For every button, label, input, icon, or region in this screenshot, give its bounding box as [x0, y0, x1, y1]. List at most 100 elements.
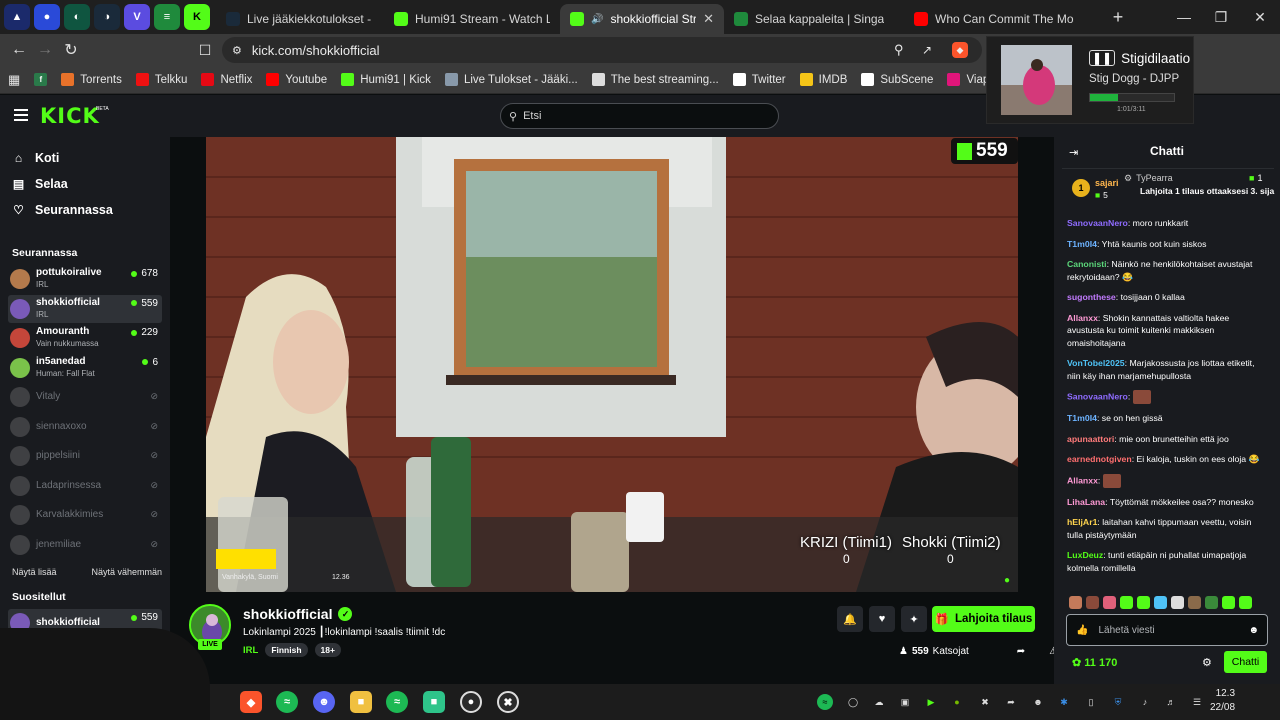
- speaker-icon[interactable]: 🔊: [591, 14, 603, 25]
- sparkle-icon[interactable]: ✦: [901, 606, 927, 632]
- category-link[interactable]: IRL: [243, 645, 258, 656]
- tray-device-icon[interactable]: ▯: [1083, 694, 1099, 710]
- emote-icon[interactable]: [1120, 596, 1133, 609]
- emote-icon[interactable]: [1222, 596, 1235, 609]
- bookmark-item[interactable]: The best streaming...: [591, 73, 719, 86]
- wifi-icon[interactable]: ☰: [1189, 694, 1205, 710]
- tag-age[interactable]: 18+: [314, 643, 341, 657]
- apps-grid-icon[interactable]: ▦: [8, 72, 20, 88]
- tag-language[interactable]: Finnish: [265, 643, 308, 657]
- sidebar-channel[interactable]: Amouranth Vain nukkumassa 229: [8, 324, 162, 352]
- browser-tab[interactable]: 🔊 shokkiofficial Stream - W ✕: [560, 4, 724, 34]
- new-tab-button[interactable]: +: [1103, 0, 1133, 34]
- mlb-icon[interactable]: ▲: [4, 4, 30, 30]
- chat-username[interactable]: Allanxx: [1067, 313, 1098, 323]
- folder-icon[interactable]: ■: [350, 691, 372, 713]
- search-input[interactable]: ⚲ Etsi: [500, 103, 779, 129]
- tray-play-icon[interactable]: ▶: [923, 694, 939, 710]
- chat-input[interactable]: 👍 Lähetä viesti ☻: [1066, 614, 1268, 646]
- close-window-icon[interactable]: ✕: [1242, 0, 1278, 34]
- gift-sub-button[interactable]: 🎁 Lahjoita tilaus: [932, 606, 1035, 632]
- emoji-icon[interactable]: ☻: [1248, 625, 1259, 636]
- gifter-name[interactable]: TyPearra: [1136, 173, 1173, 184]
- notification-bell-icon[interactable]: 🔔: [837, 606, 863, 632]
- emote-icon[interactable]: [1069, 596, 1082, 609]
- sidebar-nav-koti[interactable]: ⌂ Koti: [12, 151, 59, 165]
- bookmark-item[interactable]: Netflix: [201, 73, 252, 86]
- site-info-icon[interactable]: ⚙: [232, 44, 242, 57]
- show-less-button[interactable]: Näytä vähemmän: [91, 567, 162, 577]
- emote-icon[interactable]: [1086, 596, 1099, 609]
- channel-name[interactable]: shokkiofficial: [243, 606, 332, 622]
- zoom-icon[interactable]: ⚲: [894, 42, 904, 58]
- channel-points[interactable]: ✿ 11 170: [1072, 656, 1117, 669]
- sidebar-channel[interactable]: jenemiliae ⊘: [8, 531, 162, 559]
- maximize-icon[interactable]: ❐: [1203, 0, 1239, 34]
- chat-username[interactable]: VonTobel2025: [1067, 358, 1125, 368]
- emote-icon[interactable]: [1188, 596, 1201, 609]
- chat-username[interactable]: earnednotgiven: [1067, 454, 1132, 464]
- tray-circle-icon[interactable]: ◯: [845, 694, 861, 710]
- sidebar-channel[interactable]: pottukoiralive IRL 678: [8, 265, 162, 293]
- chat-username[interactable]: SanovaanNero: [1067, 391, 1128, 401]
- brave-icon[interactable]: ◆: [240, 691, 262, 713]
- steam-icon[interactable]: ✖: [497, 691, 519, 713]
- chat-username[interactable]: LuxDeuz: [1067, 550, 1103, 560]
- volume-icon[interactable]: ♬: [1163, 694, 1179, 710]
- top-gifter-name[interactable]: sajari: [1095, 178, 1119, 188]
- bookmark-icon[interactable]: ☐: [192, 42, 218, 59]
- bluetooth-icon[interactable]: ✱: [1056, 694, 1072, 710]
- gift-cta[interactable]: Lahjoita 1 tilaus ottaaksesi 3. sija: [1140, 186, 1280, 196]
- close-tab-icon[interactable]: ✕: [703, 11, 714, 27]
- browser-tab[interactable]: Who Can Commit The Most Cri: [904, 4, 1084, 34]
- emote-picker-icon[interactable]: 👍: [1076, 625, 1088, 636]
- bookmark-item[interactable]: Telkku: [135, 73, 187, 86]
- bookmark-item[interactable]: Youtube: [266, 73, 327, 86]
- tray-spotify-icon[interactable]: ≈: [817, 694, 833, 710]
- circle-icon[interactable]: ◑: [94, 4, 120, 30]
- reload-icon[interactable]: ↻: [58, 40, 84, 60]
- pause-icon[interactable]: ❚❚: [1089, 50, 1116, 66]
- sidebar-channel[interactable]: siennaxoxo ⊘: [8, 413, 162, 441]
- sidebar-nav-selaa[interactable]: ▤ Selaa: [12, 177, 68, 191]
- tray-nvidia-icon[interactable]: ●: [949, 694, 965, 710]
- spotify-icon[interactable]: ≈: [276, 691, 298, 713]
- share-icon[interactable]: ➦: [1017, 646, 1025, 657]
- menu-icon[interactable]: [14, 109, 28, 121]
- brave-shield-icon[interactable]: ◆: [952, 42, 968, 58]
- bookmark-item[interactable]: Humi91 | Kick: [341, 73, 431, 86]
- sidebar-channel[interactable]: Ladaprinsessa ⊘: [8, 472, 162, 500]
- video-player[interactable]: KRIZI (Tiimi1) Shokki (Tiimi2) 0 0 ●: [206, 137, 1018, 592]
- bookmark-item[interactable]: Twitter: [732, 73, 786, 86]
- emote-icon[interactable]: [1171, 596, 1184, 609]
- media-progress[interactable]: [1089, 93, 1175, 102]
- microphone-icon[interactable]: ♪: [1137, 694, 1153, 710]
- back-icon[interactable]: ←: [6, 41, 32, 59]
- sidebar-channel[interactable]: Karvalakkimies ⊘: [8, 501, 162, 529]
- browser-tab[interactable]: Selaa kappaleita | Singa: [724, 4, 904, 34]
- browser-tab[interactable]: Humi91 Stream - Watch Live o: [384, 4, 560, 34]
- system-clock[interactable]: 12.3 22/08: [1210, 687, 1235, 715]
- tray-steam-icon[interactable]: ✖: [977, 694, 993, 710]
- sidebar-nav-seurannassa[interactable]: ♡ Seurannassa: [12, 203, 113, 217]
- spotify-alt-icon[interactable]: ≈: [386, 691, 408, 713]
- tray-cloud-icon[interactable]: ☁: [871, 694, 887, 710]
- kick-icon[interactable]: K: [184, 4, 210, 30]
- bookmark-item[interactable]: IMDB: [799, 73, 847, 86]
- chat-username[interactable]: Canonisti: [1067, 259, 1107, 269]
- chat-username[interactable]: hEljAr1: [1067, 517, 1097, 527]
- discord-icon[interactable]: ☻: [313, 691, 335, 713]
- forward-icon[interactable]: →: [32, 41, 58, 59]
- emote-icon[interactable]: [1239, 596, 1252, 609]
- chat-username[interactable]: SanovaanNero: [1067, 218, 1128, 228]
- v-icon[interactable]: V: [124, 4, 150, 30]
- bookmark-item[interactable]: SubScene: [861, 73, 933, 86]
- chat-settings-icon[interactable]: ⚙: [1202, 656, 1212, 669]
- minimize-icon[interactable]: —: [1166, 0, 1202, 34]
- chat-username[interactable]: T1m0I4: [1067, 239, 1097, 249]
- sidebar-channel[interactable]: Vitaly ⊘: [8, 383, 162, 411]
- share-icon[interactable]: ↗: [922, 43, 932, 57]
- kick-logo[interactable]: KICK: [40, 104, 100, 128]
- emote-icon[interactable]: [1103, 596, 1116, 609]
- sidebar-channel[interactable]: pippelsiini ⊘: [8, 442, 162, 470]
